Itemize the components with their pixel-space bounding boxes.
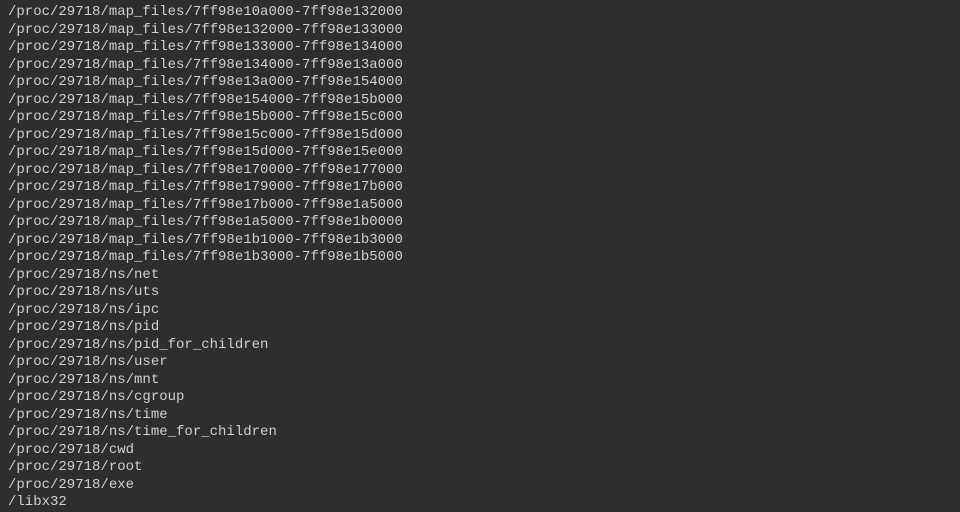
terminal-line: /proc/29718/map_files/7ff98e134000-7ff98… [8, 57, 952, 75]
terminal-line: /proc/29718/ns/pid_for_children [8, 337, 952, 355]
terminal-line: /proc/29718/map_files/7ff98e17b000-7ff98… [8, 197, 952, 215]
terminal-line: /proc/29718/ns/mnt [8, 372, 952, 390]
terminal-line: /proc/29718/map_files/7ff98e10a000-7ff98… [8, 4, 952, 22]
terminal-line: /proc/29718/ns/time_for_children [8, 424, 952, 442]
terminal-line: /proc/29718/map_files/7ff98e1b1000-7ff98… [8, 232, 952, 250]
terminal-line: /proc/29718/ns/cgroup [8, 389, 952, 407]
terminal-line: /proc/29718/map_files/7ff98e15b000-7ff98… [8, 109, 952, 127]
terminal-line: /proc/29718/ns/uts [8, 284, 952, 302]
terminal-line: /proc/29718/map_files/7ff98e154000-7ff98… [8, 92, 952, 110]
terminal-line: /proc/29718/map_files/7ff98e1b3000-7ff98… [8, 249, 952, 267]
terminal-line: /proc/29718/ns/user [8, 354, 952, 372]
terminal-line: /proc/29718/map_files/7ff98e179000-7ff98… [8, 179, 952, 197]
terminal-line: /proc/29718/map_files/7ff98e133000-7ff98… [8, 39, 952, 57]
terminal-line: /proc/29718/ns/net [8, 267, 952, 285]
terminal-line: /proc/29718/map_files/7ff98e170000-7ff98… [8, 162, 952, 180]
terminal-line: /proc/29718/map_files/7ff98e15c000-7ff98… [8, 127, 952, 145]
terminal-line: /proc/29718/map_files/7ff98e15d000-7ff98… [8, 144, 952, 162]
terminal-line: /proc/29718/ns/pid [8, 319, 952, 337]
terminal-line: /proc/29718/exe [8, 477, 952, 495]
terminal-line: /libx32 [8, 494, 952, 512]
terminal-line: /proc/29718/root [8, 459, 952, 477]
terminal-line: /proc/29718/map_files/7ff98e132000-7ff98… [8, 22, 952, 40]
terminal-line: /proc/29718/ns/ipc [8, 302, 952, 320]
terminal-line: /proc/29718/map_files/7ff98e13a000-7ff98… [8, 74, 952, 92]
terminal-output: /proc/29718/map_files/7ff98e10a000-7ff98… [8, 4, 952, 512]
terminal-line: /proc/29718/cwd [8, 442, 952, 460]
terminal-line: /proc/29718/map_files/7ff98e1a5000-7ff98… [8, 214, 952, 232]
terminal-line: /proc/29718/ns/time [8, 407, 952, 425]
